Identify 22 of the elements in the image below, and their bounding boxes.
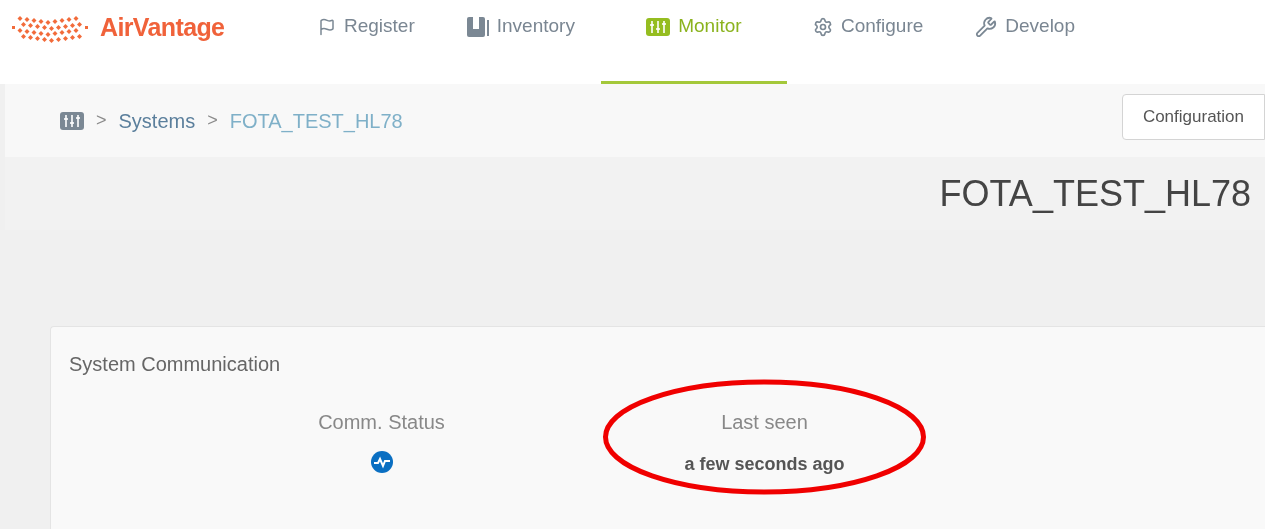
nav-tab[interactable]: Register bbox=[292, 0, 441, 84]
wrench-icon bbox=[975, 15, 998, 38]
sliders-icon bbox=[60, 111, 84, 130]
nav-tab[interactable]: Inventory bbox=[440, 0, 601, 84]
field-label: Comm. Status bbox=[318, 410, 445, 435]
breadcrumb-separator: > bbox=[96, 109, 107, 132]
brand-name: AirVantage bbox=[100, 12, 225, 44]
breadcrumb-link[interactable]: FOTA_TEST_HL78 bbox=[229, 105, 403, 136]
box-icon bbox=[466, 16, 489, 37]
breadcrumb-link[interactable]: Systems bbox=[118, 105, 196, 136]
breadcrumb-separator: > bbox=[207, 109, 218, 132]
field-label: Last seen bbox=[721, 410, 808, 435]
card-title: System Communication bbox=[69, 352, 282, 377]
nav-tab[interactable]: Develop bbox=[949, 0, 1101, 84]
activity-status-icon bbox=[370, 451, 393, 473]
field-value: a few seconds ago bbox=[684, 453, 845, 476]
flag-icon bbox=[318, 17, 336, 36]
configuration-button[interactable]: Configuration bbox=[1121, 93, 1265, 140]
nav-tab[interactable]: Configure bbox=[786, 0, 950, 84]
gear-icon bbox=[812, 16, 833, 37]
sliders-icon bbox=[646, 17, 671, 36]
page-title: FOTA_TEST_HL78 bbox=[939, 171, 1251, 216]
